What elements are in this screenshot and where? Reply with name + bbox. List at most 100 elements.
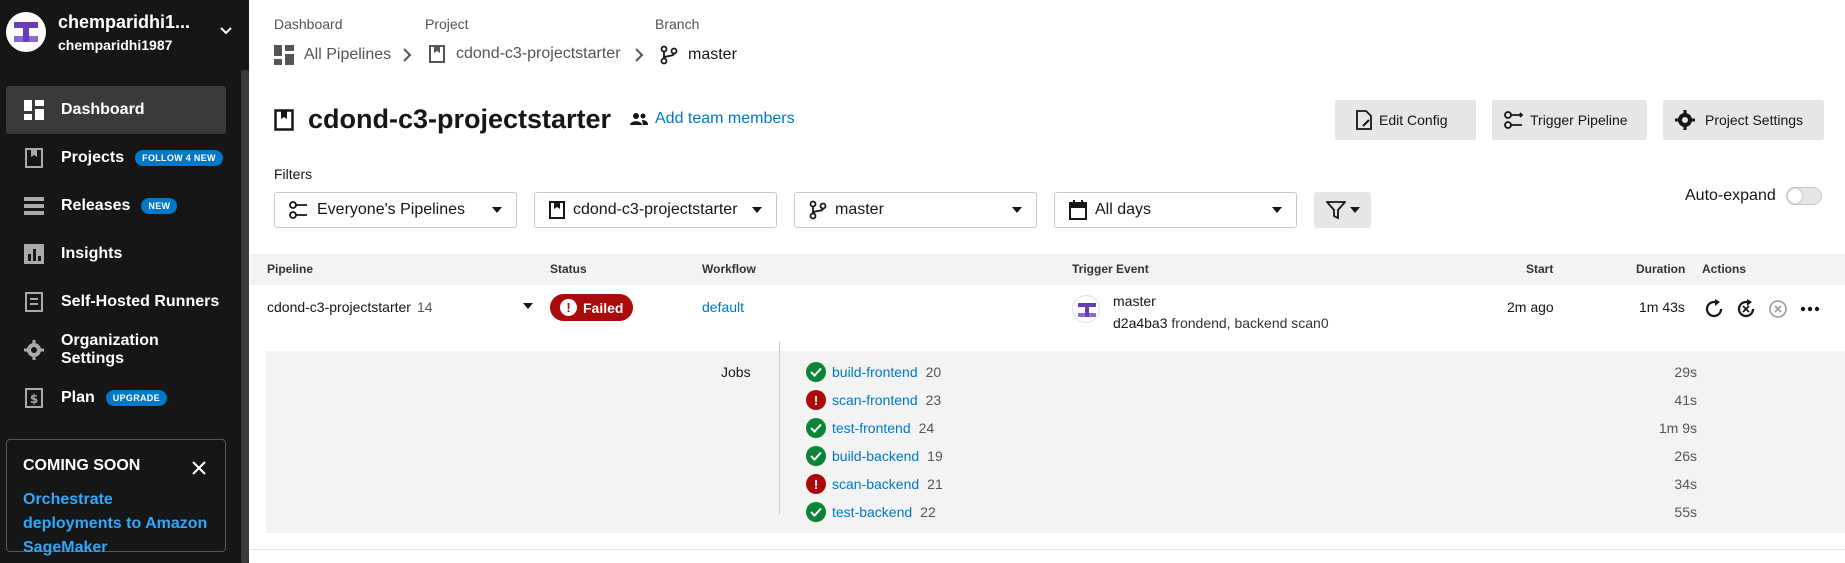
sidebar-item-dashboard[interactable]: Dashboard bbox=[6, 86, 226, 134]
header-status: Status bbox=[550, 262, 587, 276]
sidebar-item-releases[interactable]: Releases NEW bbox=[6, 182, 226, 230]
add-team-members-label: Add team members bbox=[655, 110, 795, 127]
gear-icon bbox=[1675, 110, 1695, 130]
org-name: chemparidhi1... bbox=[58, 12, 191, 32]
coming-soon-card: COMING SOON Orchestrate deployments to A… bbox=[6, 439, 226, 556]
breadcrumb-all-pipelines-label: All Pipelines bbox=[304, 46, 392, 63]
people-icon bbox=[630, 113, 648, 125]
job-link[interactable]: build-frontend bbox=[832, 364, 918, 380]
job-link[interactable]: scan-frontend bbox=[832, 392, 918, 408]
breadcrumb-project[interactable]: cdond-c3-projectstarter bbox=[429, 45, 621, 63]
sidebar-item-organization-settings[interactable]: Organization Settings bbox=[6, 326, 226, 374]
list-item[interactable]: build-backend 19 bbox=[806, 446, 943, 466]
project-filter-value: cdond-c3-projectstarter bbox=[573, 201, 738, 218]
job-duration: 34s bbox=[1674, 476, 1697, 492]
rerun-failed-icon[interactable] bbox=[1735, 298, 1757, 320]
svg-text:$: $ bbox=[30, 392, 38, 406]
rerun-icon[interactable] bbox=[1703, 298, 1725, 320]
edit-config-label: Edit Config bbox=[1379, 112, 1448, 128]
sidebar-item-projects[interactable]: Projects FOLLOW 4 NEW bbox=[6, 134, 226, 182]
breadcrumb-project-label: Project bbox=[425, 16, 469, 32]
chevron-right-icon bbox=[403, 48, 412, 62]
close-icon[interactable] bbox=[191, 460, 207, 476]
header-duration: Duration bbox=[1636, 262, 1686, 276]
branch-icon bbox=[660, 45, 678, 65]
success-icon bbox=[806, 502, 826, 522]
list-item[interactable]: build-frontend 20 bbox=[806, 362, 941, 382]
status-badge[interactable]: ! Failed bbox=[550, 294, 633, 321]
avatar bbox=[1072, 295, 1100, 323]
releases-icon bbox=[23, 195, 45, 217]
trigger-commit: d2a4ba3 frondend, backend scan0 bbox=[1113, 315, 1329, 331]
commit-hash[interactable]: d2a4ba3 bbox=[1113, 315, 1168, 331]
sidebar-scrollbar[interactable] bbox=[241, 70, 249, 563]
trigger-branch: master bbox=[1113, 293, 1156, 309]
sidebar-item-insights[interactable]: Insights bbox=[6, 230, 226, 278]
auto-expand-label: Auto-expand bbox=[1685, 187, 1776, 204]
branch-filter-value: master bbox=[835, 201, 884, 218]
sidebar-item-label: Dashboard bbox=[61, 101, 145, 118]
sidebar-item-plan[interactable]: $ Plan UPGRADE bbox=[6, 374, 226, 422]
list-item[interactable]: ! scan-frontend 23 bbox=[806, 390, 941, 410]
branch-filter-select[interactable]: master bbox=[794, 192, 1037, 228]
auto-expand-toggle[interactable] bbox=[1786, 187, 1822, 205]
chevron-down-icon[interactable] bbox=[218, 22, 234, 38]
sidebar-item-label: Plan bbox=[61, 389, 95, 406]
status-badge-label: Failed bbox=[583, 299, 624, 316]
sidebar-item-label: Insights bbox=[61, 245, 123, 262]
divider bbox=[250, 549, 1845, 550]
sidebar: chemparidhi1... chemparidhi1987 Dashboar… bbox=[0, 0, 249, 563]
job-number: 19 bbox=[927, 448, 943, 464]
cancel-icon[interactable] bbox=[1767, 298, 1789, 320]
project-icon bbox=[429, 45, 445, 63]
pipelines-filter-select[interactable]: Everyone's Pipelines bbox=[274, 192, 517, 228]
sagemaker-link[interactable]: Orchestrate deployments to Amazon SageMa… bbox=[23, 488, 209, 560]
error-icon: ! bbox=[806, 474, 826, 494]
project-settings-button[interactable]: Project Settings bbox=[1663, 100, 1824, 140]
job-link[interactable]: test-backend bbox=[832, 504, 912, 520]
org-username: chemparidhi1987 bbox=[58, 37, 173, 53]
caret-down-icon bbox=[1272, 207, 1282, 213]
more-icon[interactable] bbox=[1799, 298, 1821, 320]
more-filters-button[interactable] bbox=[1314, 192, 1371, 228]
project-filter-select[interactable]: cdond-c3-projectstarter bbox=[534, 192, 777, 228]
breadcrumb-branch-name: master bbox=[688, 46, 737, 63]
trigger-pipeline-button[interactable]: Trigger Pipeline bbox=[1492, 100, 1647, 140]
trigger-pipeline-label: Trigger Pipeline bbox=[1530, 112, 1628, 128]
filter-icon bbox=[1325, 201, 1346, 220]
expand-caret-icon[interactable] bbox=[523, 303, 533, 309]
breadcrumb-all-pipelines[interactable]: All Pipelines bbox=[274, 45, 391, 65]
job-link[interactable]: build-backend bbox=[832, 448, 919, 464]
header-actions: Actions bbox=[1702, 262, 1747, 276]
list-item[interactable]: ! scan-backend 21 bbox=[806, 474, 943, 494]
caret-down-icon bbox=[492, 207, 502, 213]
org-switcher[interactable]: chemparidhi1... chemparidhi1987 bbox=[0, 0, 249, 66]
chevron-right-icon bbox=[635, 48, 644, 62]
pipeline-name[interactable]: cdond-c3-projectstarter 14 bbox=[267, 299, 433, 315]
job-number: 21 bbox=[927, 476, 943, 492]
edit-file-icon bbox=[1356, 110, 1372, 130]
table-header bbox=[250, 254, 1845, 285]
job-number: 20 bbox=[925, 364, 942, 380]
edit-config-button[interactable]: Edit Config bbox=[1335, 100, 1476, 140]
page-title-text: cdond-c3-projectstarter bbox=[308, 104, 612, 134]
breadcrumb-branch[interactable]: master bbox=[660, 45, 737, 65]
jobs-panel bbox=[266, 351, 1845, 533]
days-filter-select[interactable]: All days bbox=[1054, 192, 1297, 228]
sidebar-item-self-hosted-runners[interactable]: Self-Hosted Runners bbox=[6, 278, 226, 326]
workflow-link[interactable]: default bbox=[702, 299, 744, 315]
runners-icon bbox=[23, 291, 45, 313]
job-link[interactable]: test-frontend bbox=[832, 420, 911, 436]
caret-down-icon bbox=[752, 207, 762, 213]
job-number: 24 bbox=[918, 420, 935, 436]
job-link[interactable]: scan-backend bbox=[832, 476, 919, 492]
sidebar-item-label: Releases bbox=[61, 197, 131, 214]
add-team-members-link[interactable]: Add team members bbox=[630, 110, 795, 128]
list-item[interactable]: test-frontend 24 bbox=[806, 418, 934, 438]
sidebar-item-label: Projects bbox=[61, 149, 125, 166]
job-number: 22 bbox=[920, 504, 936, 520]
filters-label: Filters bbox=[274, 166, 313, 182]
row-actions bbox=[1703, 298, 1831, 320]
error-icon: ! bbox=[560, 299, 577, 316]
list-item[interactable]: test-backend 22 bbox=[806, 502, 936, 522]
